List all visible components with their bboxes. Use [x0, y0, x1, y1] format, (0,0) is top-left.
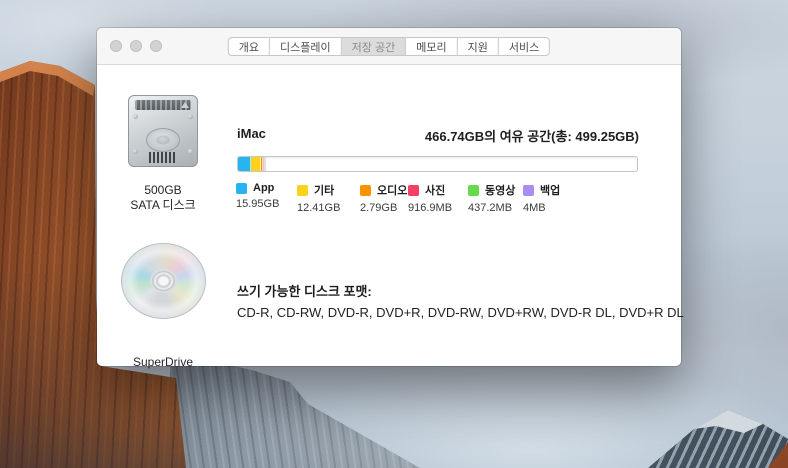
legend-item-사진: 사진 916.9MB [408, 182, 468, 214]
tab-서비스[interactable]: 서비스 [499, 38, 549, 55]
storage-legend: App15.95GB기타12.41GB오디오2.79GB사진916.9MB동영상… [236, 182, 593, 214]
superdrive-label: SuperDrive [97, 355, 229, 370]
legend-swatch-icon [360, 185, 371, 196]
legend-item-백업: 백업 4MB [523, 182, 593, 214]
hard-drive-icon [128, 95, 198, 167]
legend-label: 동영상 [485, 182, 515, 198]
tab-지원[interactable]: 지원 [458, 38, 499, 55]
legend-value: 15.95GB [236, 198, 297, 210]
bar-segment-기타 [251, 157, 261, 171]
legend-label: App [253, 182, 274, 194]
writable-formats-title: 쓰기 가능한 디스크 포맷: [237, 281, 372, 300]
legend-swatch-icon [468, 185, 479, 196]
hdd-spindle-bump [146, 128, 180, 152]
superdrive-section: SuperDrive [97, 242, 229, 382]
bar-segment-App [238, 157, 251, 171]
desktop-wallpaper: 개요디스플레이저장 공간메모리지원서비스 iMac 466.74GB의 여유 공… [0, 0, 788, 468]
free-space-summary: 466.74GB의 여유 공간(총: 499.25GB) [425, 126, 639, 145]
sata-disk-label: 500GB SATA 디스크 [97, 183, 229, 213]
tab-저장-공간[interactable]: 저장 공간 [342, 38, 407, 55]
hdd-warning-triangle-icon [181, 102, 189, 108]
close-button[interactable] [110, 40, 122, 52]
disk-title: iMac [237, 126, 266, 141]
about-this-mac-window: 개요디스플레이저장 공간메모리지원서비스 iMac 466.74GB의 여유 공… [97, 28, 681, 366]
legend-swatch-icon [297, 185, 308, 196]
legend-label: 백업 [540, 182, 560, 198]
window-titlebar[interactable]: 개요디스플레이저장 공간메모리지원서비스 [97, 28, 681, 65]
legend-item-App: App 15.95GB [236, 182, 297, 214]
legend-label: 기타 [314, 182, 334, 198]
tab-bar: 개요디스플레이저장 공간메모리지원서비스 [228, 37, 550, 56]
tab-디스플레이[interactable]: 디스플레이 [270, 38, 342, 55]
hdd-vents [149, 152, 177, 163]
legend-item-기타: 기타 12.41GB [297, 182, 360, 214]
legend-value: 2.79GB [360, 202, 408, 214]
screw-icon [133, 114, 138, 119]
storage-tab-content: iMac 466.74GB의 여유 공간(총: 499.25GB) App 15.… [97, 66, 681, 366]
screw-icon [188, 114, 193, 119]
legend-item-오디오: 오디오 2.79GB [360, 182, 408, 214]
screw-icon [188, 149, 193, 154]
legend-value: 437.2MB [468, 202, 523, 214]
legend-item-동영상: 동영상 437.2MB [468, 182, 523, 214]
screw-icon [133, 149, 138, 154]
legend-swatch-icon [236, 183, 247, 194]
storage-usage-bar [237, 156, 638, 172]
sata-disk-section: 500GB SATA 디스크 [97, 66, 229, 236]
legend-value: 4MB [523, 202, 593, 214]
tab-메모리[interactable]: 메모리 [406, 38, 457, 55]
sata-disk-type: SATA 디스크 [97, 198, 229, 213]
bar-segment-백업 [265, 157, 266, 171]
legend-value: 916.9MB [408, 202, 468, 214]
zoom-button[interactable] [150, 40, 162, 52]
legend-label: 오디오 [377, 182, 407, 198]
legend-swatch-icon [408, 185, 419, 196]
tab-개요[interactable]: 개요 [229, 38, 270, 55]
sata-disk-size: 500GB [97, 183, 229, 198]
minimize-button[interactable] [130, 40, 142, 52]
legend-swatch-icon [523, 185, 534, 196]
writable-formats-list: CD-R, CD-RW, DVD-R, DVD+R, DVD-RW, DVD+R… [237, 305, 684, 320]
legend-label: 사진 [425, 182, 445, 198]
legend-value: 12.41GB [297, 202, 360, 214]
optical-disc-icon [121, 243, 206, 319]
